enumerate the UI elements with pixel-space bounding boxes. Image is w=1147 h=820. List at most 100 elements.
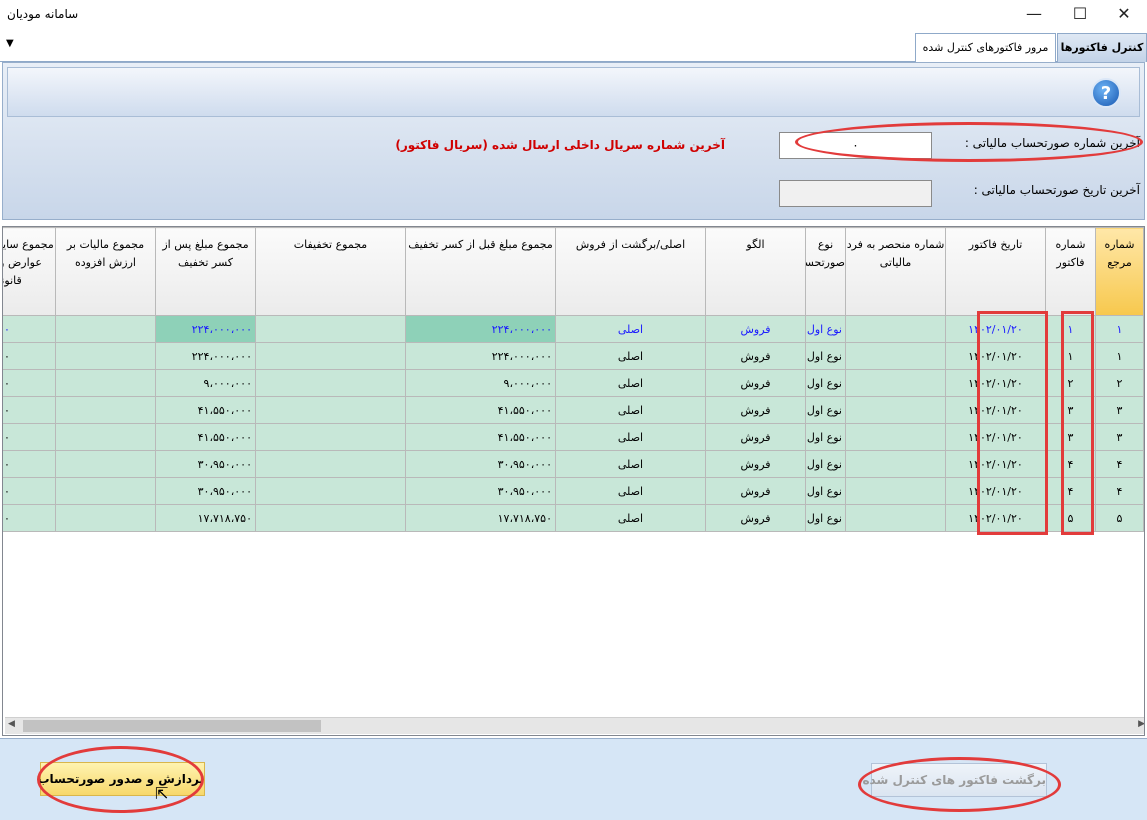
table-cell — [55, 396, 156, 424]
table-cell: اصلی — [555, 477, 706, 505]
table-row[interactable]: ۰۰۰۰۲۲۴،۰۰۰،۰۰۰۲۲۴،۰۰۰،۰۰۰اصلیفروشنوع او… — [3, 315, 1144, 343]
table-row[interactable]: ۰۰۰۰۳۰،۹۵۰،۰۰۰۳۰،۹۵۰،۰۰۰اصلیفروشنوع اول۱… — [3, 450, 1144, 478]
serial-note: آخرین شماره سریال داخلی ارسال شده (سریال… — [395, 138, 725, 152]
table-cell: ۲۲۴،۰۰۰،۰۰۰ — [155, 315, 256, 343]
table-cell: ۵ — [1045, 504, 1096, 532]
last-number-field[interactable]: ۰ — [779, 132, 932, 159]
table-cell: ۲ — [1095, 369, 1144, 397]
table-cell: ۴۱،۵۵۰،۰۰۰ — [405, 396, 556, 424]
table-cell — [845, 504, 946, 532]
table-cell: نوع اول — [805, 450, 846, 478]
last-date-label: آخرین تاریخ صورتحساب مالیاتی : — [973, 183, 1140, 197]
horizontal-scrollbar[interactable]: ◀ ▶ — [5, 717, 1144, 734]
table-cell: ۱۴۰۲/۰۱/۲۰ — [945, 504, 1046, 532]
table-cell — [845, 342, 946, 370]
column-header[interactable]: نوع صورتحساب — [805, 227, 846, 316]
table-cell: ۳۰،۹۵۰،۰۰۰ — [405, 450, 556, 478]
table-cell: ۴۱،۵۵۰،۰۰۰ — [155, 396, 256, 424]
tab-reviewed-invoices[interactable]: مرور فاکتورهای کنترل شده — [915, 33, 1056, 63]
column-header[interactable]: شماره فاکتور — [1045, 227, 1096, 316]
table-row[interactable]: ۰۰۰۰۴۱،۵۵۰،۰۰۰۴۱،۵۵۰،۰۰۰اصلیفروشنوع اول۱… — [3, 396, 1144, 424]
table-row[interactable]: ۰۰۰۰۴۱،۵۵۰،۰۰۰۴۱،۵۵۰،۰۰۰اصلیفروشنوع اول۱… — [3, 423, 1144, 451]
process-issue-invoice-button[interactable]: پردازش و صدور صورتحساب — [37, 762, 205, 796]
column-header[interactable]: مجموع سایر مالیات، عوارض و وجوه قانونی — [3, 227, 56, 316]
table-cell — [845, 369, 946, 397]
column-header[interactable]: تاریخ فاکتور — [945, 227, 1046, 316]
table-cell: ۰ — [3, 315, 56, 343]
table-cell: ۱۴۰۲/۰۱/۲۰ — [945, 342, 1046, 370]
table-cell — [55, 504, 156, 532]
table-cell — [255, 396, 406, 424]
table-cell — [255, 450, 406, 478]
table-cell: اصلی — [555, 423, 706, 451]
table-cell: ۱۴۰۲/۰۱/۲۰ — [945, 423, 1046, 451]
column-header[interactable]: اصلی/برگشت از فروش — [555, 227, 706, 316]
column-header[interactable]: الگو — [705, 227, 806, 316]
table-cell: ۲۲۴،۰۰۰،۰۰۰ — [405, 315, 556, 343]
table-cell — [255, 342, 406, 370]
tab-invoice-control[interactable]: کنترل فاکتورها — [1057, 33, 1147, 62]
table-cell: ۱۴۰۲/۰۱/۲۰ — [945, 450, 1046, 478]
table-cell: ۲۲۴،۰۰۰،۰۰۰ — [155, 342, 256, 370]
table-cell: اصلی — [555, 396, 706, 424]
table-cell: ۰ — [3, 369, 56, 397]
table-cell — [55, 450, 156, 478]
column-header[interactable]: مجموع مبلغ قبل از کسر تخفیف — [405, 227, 556, 316]
table-cell: ۹،۰۰۰،۰۰۰ — [405, 369, 556, 397]
table-cell: ۱۴۰۲/۰۱/۲۰ — [945, 396, 1046, 424]
table-row[interactable]: ۷۵۰۰۱۷،۷۱۸،۷۵۰۱۷،۷۱۸،۷۵۰اصلیفروشنوع اول۱… — [3, 504, 1144, 532]
table-row[interactable]: ۰۰۰۰۹،۰۰۰،۰۰۰۹،۰۰۰،۰۰۰اصلیفروشنوع اول۱۴۰… — [3, 369, 1144, 397]
invoice-grid[interactable]: مجموع سایر مالیات، عوارض و وجوه قانونیمج… — [2, 226, 1145, 736]
table-cell: نوع اول — [805, 369, 846, 397]
table-row[interactable]: ۰۰۰۰۳۰،۹۵۰،۰۰۰۳۰،۹۵۰،۰۰۰اصلیفروشنوع اول۱… — [3, 477, 1144, 505]
last-date-field[interactable] — [779, 180, 932, 207]
table-cell — [55, 342, 156, 370]
table-cell — [55, 315, 156, 343]
tab-strip: ▼ مرور فاکتورهای کنترل شده کنترل فاکتوره… — [0, 30, 1147, 63]
table-row[interactable]: ۰۰۰۰۲۲۴،۰۰۰،۰۰۰۲۲۴،۰۰۰،۰۰۰اصلیفروشنوع او… — [3, 342, 1144, 370]
table-cell: نوع اول — [805, 342, 846, 370]
return-controlled-invoices-button[interactable]: برگشت فاکتور های کنترل شده — [862, 763, 1047, 797]
table-cell: فروش — [705, 450, 806, 478]
table-cell: ۵ — [1095, 504, 1144, 532]
help-icon[interactable]: ? — [1091, 78, 1121, 108]
scroll-right-icon[interactable]: ▶ — [1138, 719, 1144, 729]
scrollbar-thumb[interactable] — [23, 720, 321, 732]
table-cell: نوع اول — [805, 396, 846, 424]
table-cell: نوع اول — [805, 504, 846, 532]
table-cell — [55, 477, 156, 505]
table-cell: ۴۱،۵۵۰،۰۰۰ — [405, 423, 556, 451]
column-header[interactable]: مجموع مالیات بر ارزش افزوده — [55, 227, 156, 316]
column-header[interactable]: مجموع تخفیفات — [255, 227, 406, 316]
mouse-cursor-icon: ⇱ — [155, 784, 169, 803]
table-cell: نوع اول — [805, 477, 846, 505]
table-cell: ۰ — [3, 477, 56, 505]
table-cell: فروش — [705, 423, 806, 451]
footer-bar: پردازش و صدور صورتحساب برگشت فاکتور های … — [0, 738, 1147, 820]
table-cell — [255, 423, 406, 451]
table-cell: اصلی — [555, 450, 706, 478]
table-cell: ۰ — [3, 504, 56, 532]
table-cell — [255, 477, 406, 505]
table-cell — [255, 504, 406, 532]
table-cell: ۴ — [1095, 450, 1144, 478]
column-header[interactable]: شماره مرجع — [1095, 227, 1144, 316]
minimize-icon[interactable]: — — [1011, 0, 1057, 30]
table-cell — [845, 396, 946, 424]
table-cell: فروش — [705, 504, 806, 532]
table-cell — [55, 369, 156, 397]
close-icon[interactable]: ✕ — [1101, 0, 1147, 30]
maximize-icon[interactable]: ☐ — [1057, 0, 1103, 30]
table-cell: نوع اول — [805, 315, 846, 343]
table-cell: اصلی — [555, 342, 706, 370]
invoice-table: مجموع سایر مالیات، عوارض و وجوه قانونیمج… — [3, 227, 1144, 532]
column-header[interactable]: مجموع مبلغ پس از کسر تخفیف — [155, 227, 256, 316]
table-cell: فروش — [705, 477, 806, 505]
table-cell: ۱۷،۷۱۸،۷۵۰ — [405, 504, 556, 532]
column-header[interactable]: شماره منحصر به فرد مالیاتی — [845, 227, 946, 316]
table-cell: ۴۱،۵۵۰،۰۰۰ — [155, 423, 256, 451]
table-cell: ۰ — [3, 450, 56, 478]
chevron-down-icon[interactable]: ▼ — [6, 38, 14, 49]
table-cell: ۰ — [3, 423, 56, 451]
scroll-left-icon[interactable]: ◀ — [8, 719, 15, 729]
